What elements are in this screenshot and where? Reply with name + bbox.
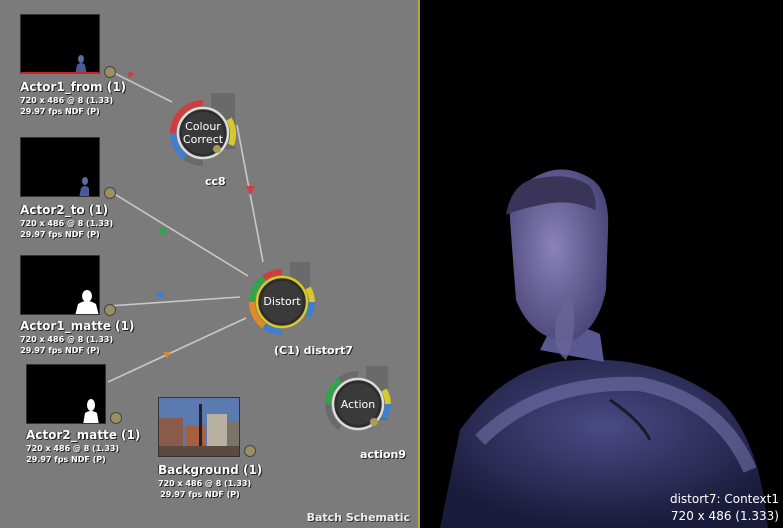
wire-arrow-orange [163,352,171,358]
clip-thumbnail [20,255,100,315]
clip-resolution: 720 x 486 @ 8 (1.33) [20,96,114,105]
clip-framerate: 29.97 fps NDF (P) [26,455,106,464]
node-distort[interactable]: Distort (C1) distort7 [242,262,353,357]
clip-framerate: 29.97 fps NDF (P) [20,230,100,239]
clip-output-dot[interactable] [244,445,256,457]
clip-output-dot[interactable] [104,304,116,316]
wire-dot-green [159,227,167,235]
clip-output-dot[interactable] [104,187,116,199]
node-label: Distort [263,295,301,308]
clip-thumbnail [20,137,100,197]
node-name-cc8: cc8 [205,175,226,188]
wire-arrow-red [128,71,135,78]
node-colour-correct[interactable]: Colour Correct cc8 [163,93,243,188]
batch-schematic-panel[interactable]: Actor1_from (1) 720 x 486 @ 8 (1.33) 29.… [0,0,418,528]
node-label: Colour Correct [182,120,224,146]
clip-actor1-from[interactable]: Actor1_from (1) 720 x 486 @ 8 (1.33) 29.… [20,14,127,126]
clip-name: Actor1_matte (1) [20,319,135,333]
clip-output-dot[interactable] [110,412,122,424]
thumbnail-image [75,55,87,72]
node-name-action9: action9 [360,448,407,461]
clip-actor2-matte[interactable]: Actor2_matte (1) 720 x 486 @ 8 (1.33) 29… [26,364,141,476]
wire-actor2-to-to-distort [107,189,249,277]
clip-thumbnail [158,397,240,457]
clip-thumbnail [20,14,100,74]
wire-arrow-red-2 [246,186,255,195]
clip-background[interactable]: Background (1) 720 x 486 @ 8 (1.33) 29.9… [158,397,263,509]
image-viewer[interactable]: distort7: Context1 720 x 486 (1.333) [420,0,783,528]
thumbnail-image [159,398,239,456]
clip-framerate: 29.97 fps NDF (P) [20,107,100,116]
node-name-distort7: (C1) distort7 [274,344,353,357]
wire-dot-blue [156,291,164,299]
node-action[interactable]: Action action9 [318,364,408,464]
node-label: Action [340,398,376,411]
clip-resolution: 720 x 486 @ 8 (1.33) [158,479,252,488]
viewer-resolution-label: 720 x 486 (1.333) [670,509,779,523]
clip-name: Actor1_from (1) [20,80,127,94]
clip-actor1-matte[interactable]: Actor1_matte (1) 720 x 486 @ 8 (1.33) 29… [20,255,135,367]
viewer-context-label: distort7: Context1 [669,492,779,506]
thumbnail-image [75,290,99,314]
thumbnail-image [83,399,99,423]
clip-name: Actor2_matte (1) [26,428,141,442]
clip-output-dot[interactable] [104,66,116,78]
clip-name: Actor2_to (1) [20,203,109,217]
clip-actor2-to[interactable]: Actor2_to (1) 720 x 486 @ 8 (1.33) 29.97… [20,137,116,249]
wire-actor1-matte-to-distort [107,296,241,307]
viewer-image [440,169,768,528]
clip-resolution: 720 x 486 @ 8 (1.33) [26,444,120,453]
clip-name: Background (1) [158,463,263,477]
clip-framerate: 29.97 fps NDF (P) [20,346,100,355]
clip-framerate: 29.97 fps NDF (P) [160,490,240,499]
clip-thumbnail [26,364,106,424]
clip-resolution: 720 x 486 @ 8 (1.33) [20,335,114,344]
clip-resolution: 720 x 486 @ 8 (1.33) [20,219,114,228]
thumbnail-image [79,177,89,196]
batch-schematic-label: Batch Schematic [306,511,410,524]
